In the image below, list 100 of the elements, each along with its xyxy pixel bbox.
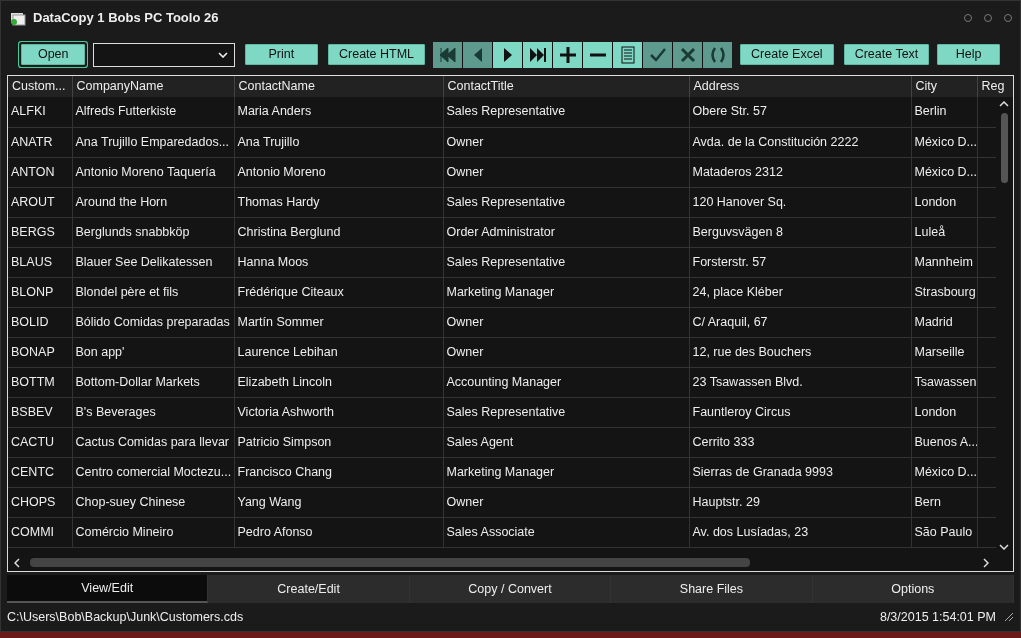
table-cell: Fauntleroy Circus [689, 397, 911, 427]
table-cell: Elizabeth Lincoln [234, 367, 443, 397]
tab[interactable]: Options [812, 575, 1015, 603]
tab[interactable]: Create/Edit [208, 575, 410, 603]
table-cell: Cerrito 333 [689, 427, 911, 457]
table-cell: CENTC [8, 457, 72, 487]
table-cell: 24, place Kléber [689, 277, 911, 307]
table-cell: Avda. de la Constitución 2222 [689, 127, 911, 157]
table-cell: Bon app' [72, 337, 234, 367]
table-cell: 23 Tsawassen Blvd. [689, 367, 911, 397]
table-cell: Marketing Manager [443, 457, 689, 487]
tab[interactable]: Copy / Convert [409, 575, 612, 603]
table-cell: BONAP [8, 337, 72, 367]
last-button[interactable] [523, 41, 553, 68]
table-cell: Luleå [911, 217, 977, 247]
minus-button[interactable] [583, 41, 613, 68]
column-header[interactable]: Custom... [8, 76, 72, 97]
table-cell: Around the Horn [72, 187, 234, 217]
table-cell: BLAUS [8, 247, 72, 277]
column-header[interactable]: CompanyName [72, 76, 234, 97]
table-cell: Hauptstr. 29 [689, 487, 911, 517]
table-cell: Owner [443, 157, 689, 187]
table-cell: Blauer See Delikatessen [72, 247, 234, 277]
table-cell: Mataderos 2312 [689, 157, 911, 187]
first-icon [437, 44, 458, 65]
scrollbar-thumb[interactable] [30, 558, 750, 567]
table-cell: Thomas Hardy [234, 187, 443, 217]
table-cell: Marseille [911, 337, 977, 367]
table-cell: Accounting Manager [443, 367, 689, 397]
column-header[interactable]: City [911, 76, 977, 97]
column-header[interactable]: ContactName [234, 76, 443, 97]
table-cell: Sales Associate [443, 517, 689, 547]
table-cell: COMMI [8, 517, 72, 547]
table-cell: Owner [443, 307, 689, 337]
table-cell: México D... [911, 157, 977, 187]
table-cell: Sierras de Granada 9993 [689, 457, 911, 487]
table-cell: Hanna Moos [234, 247, 443, 277]
plus-button[interactable] [553, 41, 583, 68]
table-cell: Sales Representative [443, 187, 689, 217]
table-cell: Sales Representative [443, 97, 689, 127]
column-header[interactable]: ContactTitle [443, 76, 689, 97]
table-cell: 120 Hanover Sq. [689, 187, 911, 217]
table-cell: Order Administrator [443, 217, 689, 247]
table-cell: 12, rue des Bouchers [689, 337, 911, 367]
tab[interactable]: Share Files [611, 575, 813, 603]
table-cell: Victoria Ashworth [234, 397, 443, 427]
table-cell: México D... [911, 457, 977, 487]
document-button[interactable] [613, 41, 643, 68]
create-html-button[interactable]: Create HTML [328, 44, 426, 65]
chevron-down-icon [217, 51, 228, 58]
table-cell: Obere Str. 57 [689, 97, 911, 127]
table-cell: Blondel père et fils [72, 277, 234, 307]
table-cell: AROUT [8, 187, 72, 217]
table-cell: Martín Sommer [234, 307, 443, 337]
print-button[interactable]: Print [244, 44, 319, 65]
window-title: DataCopy 1 Bobs PC Toolo 26 [33, 9, 219, 28]
table-cell: Madrid [911, 307, 977, 337]
table-cell: BERGS [8, 217, 72, 247]
create-excel-button[interactable]: Create Excel [740, 44, 834, 65]
table-cell: Maria Anders [234, 97, 443, 127]
table-cell: Ana Trujillo Emparedados... [72, 127, 234, 157]
table-cell: Av. dos Lusíadas, 23 [689, 517, 911, 547]
table-cell: Berglunds snabbköp [72, 217, 234, 247]
app-icon [9, 10, 27, 26]
table-cell: Centro comercial Moctezu... [72, 457, 234, 487]
file-dropdown[interactable] [93, 42, 235, 67]
chevron-left-icon [14, 558, 20, 568]
column-header[interactable]: Address [689, 76, 911, 97]
table-cell: London [911, 397, 977, 427]
table-cell: BSBEV [8, 397, 72, 427]
table-cell: Strasbourg [911, 277, 977, 307]
table-cell: ANTON [8, 157, 72, 187]
help-button[interactable]: Help [937, 44, 1000, 65]
table-cell: México D... [911, 127, 977, 157]
tab[interactable]: View/Edit [7, 575, 209, 603]
scrollbar-thumb[interactable] [1001, 113, 1008, 183]
next-button[interactable] [493, 41, 523, 68]
table-cell: C/ Araquil, 67 [689, 307, 911, 337]
chevron-up-icon [999, 101, 1009, 107]
table-cell: Marketing Manager [443, 277, 689, 307]
table-cell: BOLID [8, 307, 72, 337]
table-cell: Berguvsvägen 8 [689, 217, 911, 247]
open-button[interactable]: Open [21, 44, 86, 65]
table-cell: London [911, 187, 977, 217]
table-cell: Ana Trujillo [234, 127, 443, 157]
table-cell: Christina Berglund [234, 217, 443, 247]
table-cell: Berlin [911, 97, 977, 127]
resize-grip-icon [1004, 612, 1014, 622]
table-cell: Comércio Mineiro [72, 517, 234, 547]
table-cell: Sales Representative [443, 397, 689, 427]
date-time: 8/3/2015 1:54:01 PM [879, 608, 996, 626]
column-header[interactable]: Reg [977, 76, 1013, 97]
create-text-button[interactable]: Create Text [843, 44, 930, 65]
table-cell: Bern [911, 487, 977, 517]
table-cell: Chop-suey Chinese [72, 487, 234, 517]
table-cell: B's Beverages [72, 397, 234, 427]
table-cell: Owner [443, 337, 689, 367]
table-cell: Patricio Simpson [234, 427, 443, 457]
table-cell: São Paulo [911, 517, 977, 547]
table-cell: Mannheim [911, 247, 977, 277]
